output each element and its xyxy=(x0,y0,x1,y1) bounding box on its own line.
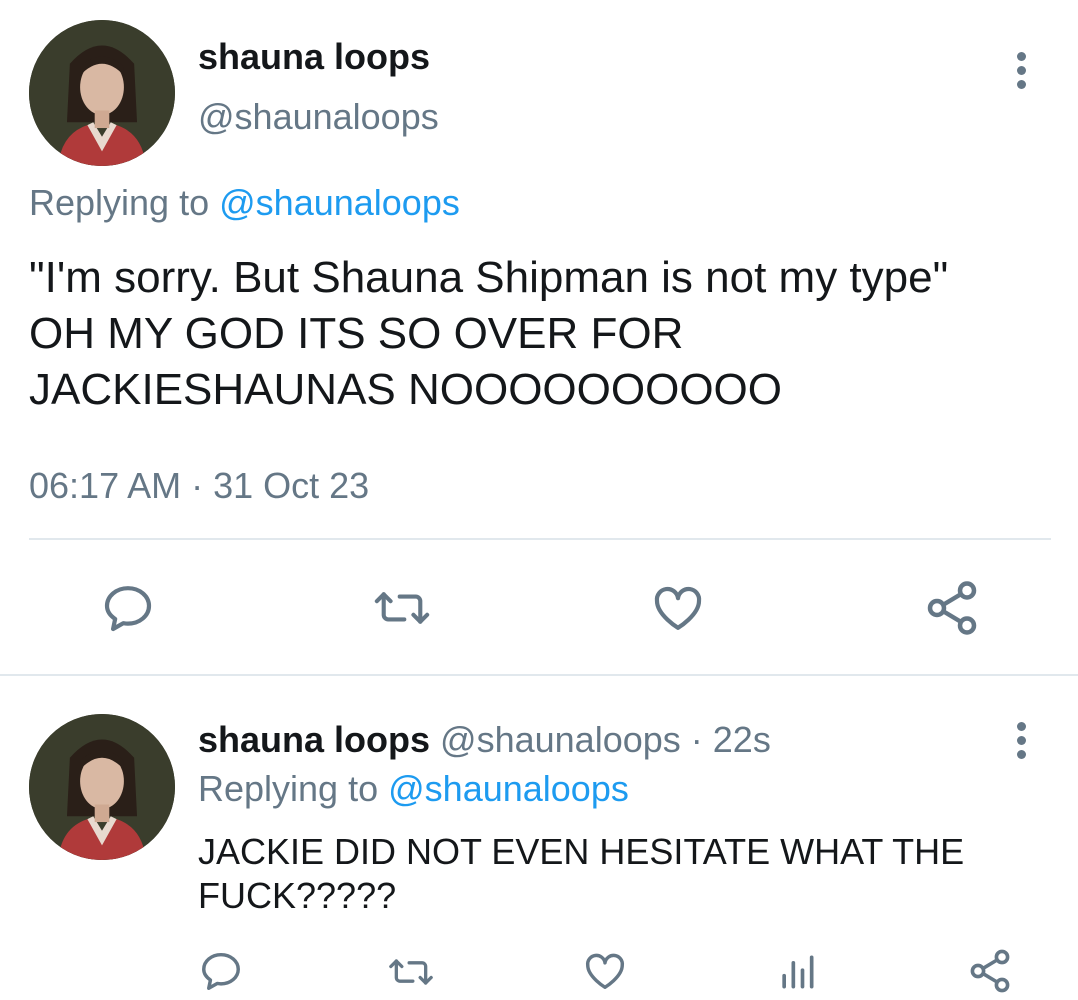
replying-to: Replying to @shaunaloops xyxy=(29,182,460,224)
tweet-text-line: "I'm sorry. But Shauna Shipman is not my… xyxy=(29,253,949,302)
author-handle[interactable]: @shaunaloops xyxy=(440,719,681,760)
tweet-text-line: JACKIE DID NOT EVEN HESITATE WHAT THE xyxy=(198,831,965,872)
retweet-icon xyxy=(374,592,430,624)
retweet-icon xyxy=(389,959,433,985)
avatar-photo xyxy=(29,714,175,860)
tweet-text: "I'm sorry. But Shauna Shipman is not my… xyxy=(29,250,948,418)
share-button[interactable] xyxy=(966,947,1014,995)
more-options-icon[interactable] xyxy=(1016,52,1026,89)
retweet-button[interactable] xyxy=(370,580,434,636)
timestamp[interactable]: 06:17 AM · 31 Oct 23 xyxy=(29,465,369,507)
share-icon xyxy=(970,949,1010,993)
replying-to-handle-link[interactable]: @shaunaloops xyxy=(219,182,460,223)
tweet-text-line: FUCK????? xyxy=(198,875,397,916)
reply-icon xyxy=(202,952,240,990)
section-divider xyxy=(0,674,1078,676)
tweet-text-line: OH MY GOD ITS SO OVER FOR xyxy=(29,309,684,358)
author-name[interactable]: shauna loops xyxy=(198,719,430,760)
share-icon xyxy=(927,581,977,635)
replying-prefix: Replying to xyxy=(198,768,379,809)
analytics-button[interactable] xyxy=(775,950,819,994)
like-button[interactable] xyxy=(650,580,706,636)
reply-header: shauna loops @shaunaloops · 22s xyxy=(198,719,771,761)
avatar-photo xyxy=(29,20,175,166)
reply-button[interactable] xyxy=(100,580,156,636)
reply-icon xyxy=(104,586,152,632)
author-name[interactable]: shauna loops xyxy=(198,36,430,78)
avatar[interactable] xyxy=(29,714,175,860)
more-options-icon[interactable] xyxy=(1016,722,1026,759)
like-icon xyxy=(654,586,702,630)
relative-time[interactable]: · 22s xyxy=(691,719,771,760)
tweet-text-line: JACKIESHAUNAS NOOOOOOOOOO xyxy=(29,365,783,414)
like-button[interactable] xyxy=(582,948,628,994)
replying-to: Replying to @shaunaloops xyxy=(198,768,629,810)
author-handle[interactable]: @shaunaloops xyxy=(198,96,439,138)
retweet-button[interactable] xyxy=(385,950,437,994)
like-icon xyxy=(586,953,624,990)
replying-to-handle-link[interactable]: @shaunaloops xyxy=(388,768,629,809)
share-button[interactable] xyxy=(922,578,982,638)
analytics-icon xyxy=(782,955,814,989)
divider xyxy=(29,538,1051,540)
replying-prefix: Replying to xyxy=(29,182,210,223)
tweet-text: JACKIE DID NOT EVEN HESITATE WHAT THE FU… xyxy=(198,830,964,918)
reply-button[interactable] xyxy=(198,948,244,994)
avatar[interactable] xyxy=(29,20,175,166)
